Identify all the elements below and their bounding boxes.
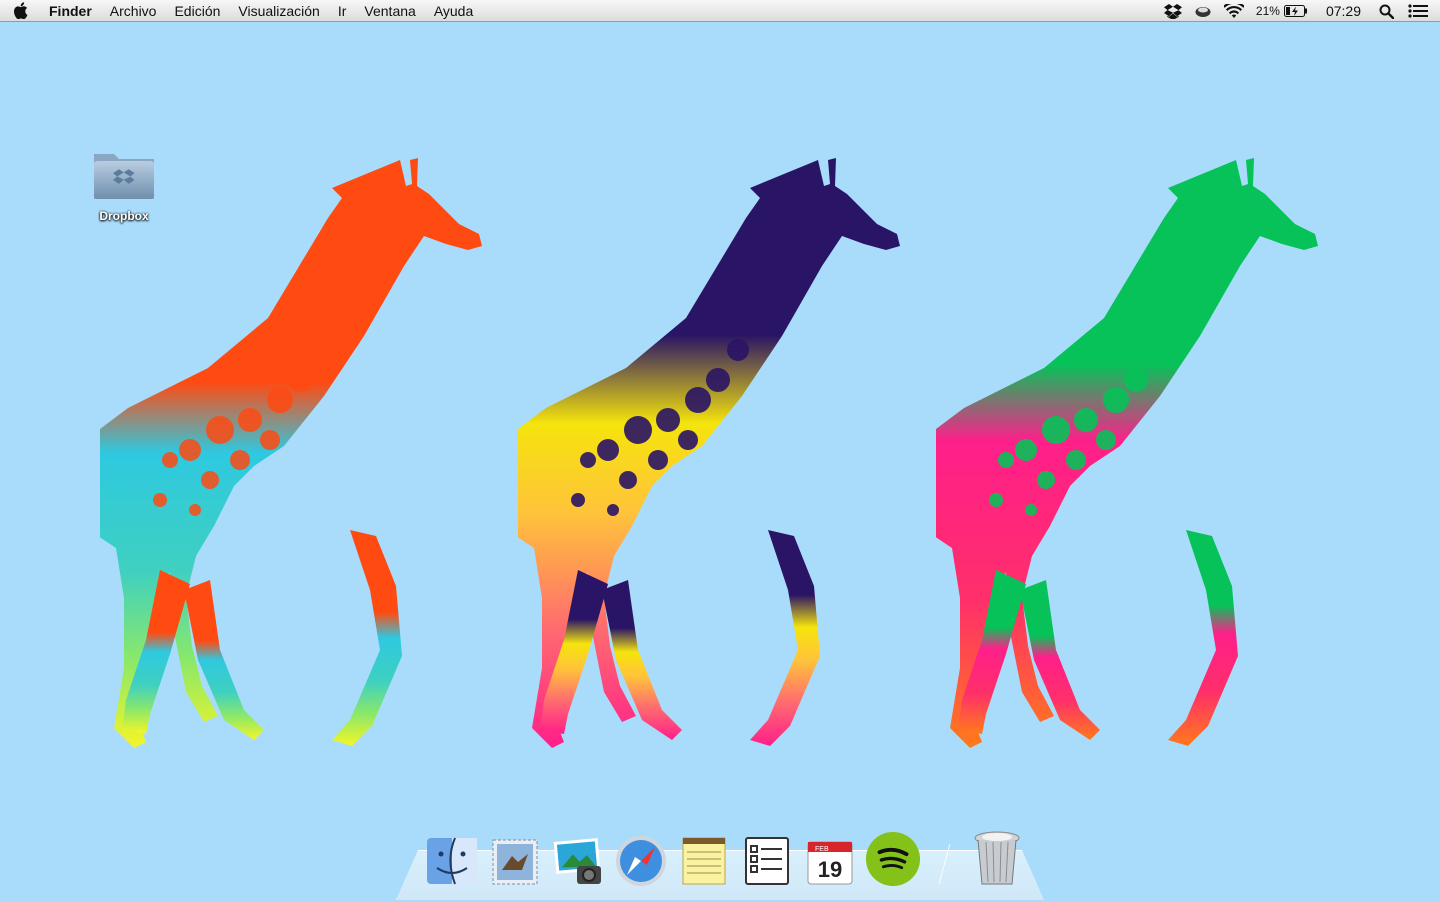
menu-ventana[interactable]: Ventana	[355, 0, 424, 22]
notification-center-icon[interactable]	[1400, 0, 1440, 22]
dock-mail[interactable]	[487, 826, 543, 888]
dock-safari[interactable]	[613, 826, 669, 888]
cloud-app-icon[interactable]	[1188, 0, 1218, 22]
menu-ir[interactable]: Ir	[329, 0, 356, 22]
menu-archivo[interactable]: Archivo	[101, 0, 166, 22]
dropbox-icon[interactable]	[1158, 0, 1188, 22]
dock: FEB 19	[420, 822, 1028, 888]
wallpaper-giraffe-purple	[518, 150, 938, 750]
wallpaper-giraffe-green	[936, 150, 1356, 750]
menu-app-finder[interactable]: Finder	[40, 0, 101, 22]
calendar-month: FEB	[815, 846, 829, 853]
menu-edicion[interactable]: Edición	[165, 0, 229, 22]
mail-icon	[492, 839, 537, 885]
menu-visualizacion[interactable]: Visualización	[229, 0, 328, 22]
dock-iphoto[interactable]	[550, 826, 606, 888]
calendar-icon: FEB 19	[807, 841, 852, 885]
desktop-item-dropbox[interactable]: Dropbox	[82, 146, 166, 223]
dock-finder[interactable]	[424, 826, 480, 888]
menu-bar: Finder Archivo Edición Visualización Ir …	[0, 0, 1440, 22]
dock-separator	[938, 844, 951, 884]
dock-spotify[interactable]	[865, 826, 921, 888]
reminders-icon	[744, 837, 789, 885]
spotify-icon	[865, 831, 920, 887]
apple-menu-icon[interactable]	[0, 0, 40, 22]
battery-charging-icon	[1283, 5, 1308, 17]
dock-notes[interactable]	[676, 826, 732, 888]
notes-icon	[682, 837, 725, 885]
wallpaper-giraffe-orange	[100, 150, 520, 750]
battery-status[interactable]: 21%	[1250, 0, 1314, 22]
wifi-icon[interactable]	[1218, 0, 1250, 22]
battery-percent: 21%	[1255, 4, 1280, 18]
dock-calendar[interactable]: FEB 19	[802, 826, 858, 888]
safari-icon	[615, 836, 666, 886]
dock-reminders[interactable]	[739, 826, 795, 888]
trash-icon	[974, 831, 1019, 885]
clock[interactable]: 07:29	[1314, 0, 1373, 22]
desktop-item-label: Dropbox	[99, 209, 149, 223]
calendar-day: 19	[817, 857, 841, 882]
finder-icon	[426, 837, 477, 885]
menu-ayuda[interactable]: Ayuda	[425, 0, 482, 22]
dock-trash[interactable]	[969, 826, 1025, 888]
iphoto-icon	[553, 838, 601, 884]
spotlight-search-icon[interactable]	[1373, 0, 1400, 22]
dropbox-folder-icon	[82, 146, 166, 207]
